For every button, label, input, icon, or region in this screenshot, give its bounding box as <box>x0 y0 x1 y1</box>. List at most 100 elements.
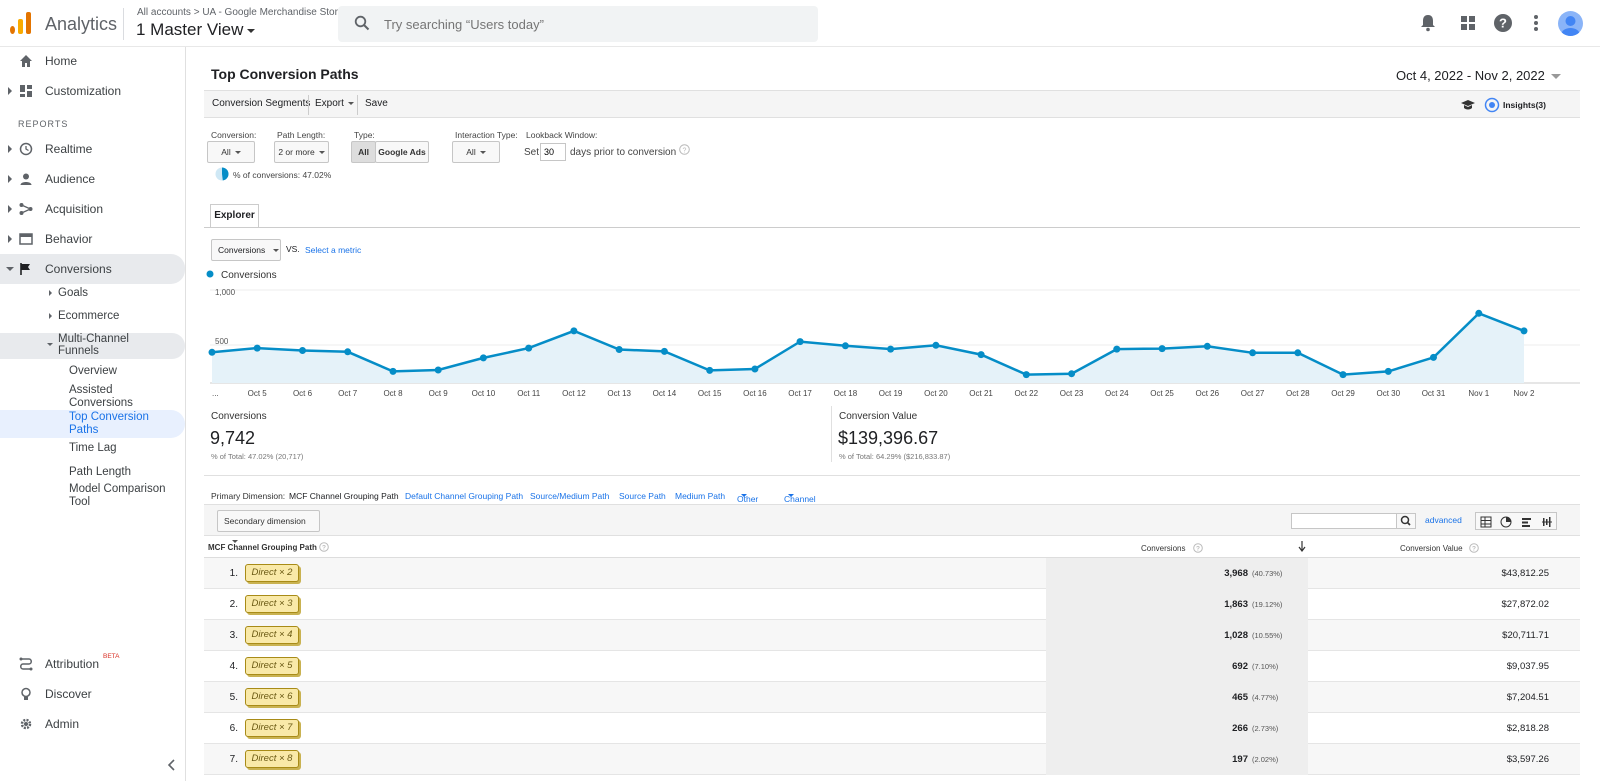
expand-arrow-icon[interactable] <box>8 235 12 243</box>
notifications-bell-icon[interactable] <box>1417 12 1439 34</box>
tab-explorer[interactable]: Explorer <box>210 204 259 228</box>
channel-path-tag[interactable]: Direct × 3 <box>245 595 299 613</box>
sidebar-item-assisted-conversions[interactable]: Assisted Conversions <box>69 384 159 410</box>
column-header-conversion-value[interactable]: Conversion Value <box>1400 544 1463 553</box>
apps-grid-icon[interactable] <box>1457 12 1479 34</box>
comparison-view-icon[interactable] <box>1541 516 1553 528</box>
data-point[interactable] <box>1113 345 1121 353</box>
table-search-button[interactable] <box>1396 513 1416 529</box>
sort-descending-arrow-icon[interactable] <box>1298 541 1306 552</box>
secondary-dimension-dropdown[interactable]: Secondary dimension <box>217 510 320 544</box>
sidebar-item-discover[interactable]: Discover <box>0 680 186 708</box>
expand-arrow-icon[interactable] <box>8 87 12 95</box>
channel-path-tag[interactable]: Direct × 6 <box>245 688 299 706</box>
data-point[interactable] <box>1475 309 1483 317</box>
save-button[interactable]: Save <box>365 98 388 109</box>
data-point[interactable] <box>434 366 442 374</box>
expand-arrow-icon[interactable] <box>8 205 12 213</box>
sidebar-item-time-lag[interactable]: Time Lag <box>69 442 117 454</box>
expand-arrow-icon[interactable] <box>49 313 52 319</box>
data-point[interactable] <box>389 367 397 375</box>
insights-icon[interactable] <box>1484 97 1500 113</box>
data-point[interactable] <box>344 348 352 356</box>
pie-view-icon[interactable] <box>1500 516 1512 528</box>
expand-arrow-icon[interactable] <box>49 290 52 296</box>
date-range-picker[interactable]: Oct 4, 2022 - Nov 2, 2022 <box>1396 68 1561 83</box>
sidebar-item-conversions[interactable]: Conversions <box>0 255 186 283</box>
data-point[interactable] <box>706 366 714 374</box>
channel-path-tag[interactable]: Direct × 2 <box>245 564 299 582</box>
insights-button[interactable]: Insights(3) <box>1503 100 1546 110</box>
channel-path-tag[interactable]: Direct × 4 <box>245 626 299 644</box>
help-circle-icon[interactable]: ? <box>319 542 329 552</box>
data-point[interactable] <box>1022 371 1030 379</box>
path-length-dropdown[interactable]: 2 or more <box>274 141 329 163</box>
data-point[interactable] <box>570 327 578 335</box>
channel-path-tag[interactable]: Direct × 5 <box>245 657 299 675</box>
channel-path-tag[interactable]: Direct × 8 <box>245 750 299 768</box>
help-circle-icon[interactable]: ? <box>1469 543 1479 553</box>
collapse-sidebar-chevron-icon[interactable] <box>167 759 177 771</box>
data-point[interactable] <box>1249 349 1257 357</box>
column-header-conversions[interactable]: Conversions <box>1141 544 1185 553</box>
interaction-type-dropdown[interactable]: All <box>452 141 500 163</box>
sidebar-item-acquisition[interactable]: Acquisition <box>0 195 186 223</box>
type-google-ads-button[interactable]: Google Ads <box>375 141 429 163</box>
table-filter-input[interactable] <box>1291 513 1397 529</box>
user-avatar[interactable] <box>1558 11 1583 36</box>
data-point[interactable] <box>1339 371 1347 379</box>
data-point[interactable] <box>479 354 487 362</box>
conversion-dropdown[interactable]: All <box>207 141 255 163</box>
sidebar-item-behavior[interactable]: Behavior <box>0 225 186 253</box>
data-point[interactable] <box>841 342 849 350</box>
select-metric-link[interactable]: Select a metric <box>305 245 361 255</box>
data-point[interactable] <box>299 347 306 354</box>
data-point[interactable] <box>1294 349 1302 357</box>
data-point[interactable] <box>796 338 804 346</box>
sidebar-item-home[interactable]: Home <box>0 47 186 75</box>
dimension-option[interactable]: Default Channel Grouping Path <box>405 491 523 501</box>
sidebar-item-overview[interactable]: Overview <box>69 365 117 377</box>
data-point[interactable] <box>977 351 985 359</box>
search-box[interactable] <box>338 6 818 42</box>
data-point[interactable] <box>1068 370 1076 378</box>
help-icon[interactable]: ? <box>1492 12 1514 34</box>
data-point[interactable] <box>887 345 895 353</box>
data-point[interactable] <box>525 344 533 352</box>
search-input[interactable] <box>384 14 784 34</box>
view-selector[interactable]: 1 Master View <box>136 20 256 40</box>
sidebar-item-top-conversion-paths[interactable]: Top Conversion Paths <box>69 411 159 437</box>
advanced-filter-link[interactable]: advanced <box>1425 515 1462 525</box>
data-point[interactable] <box>208 348 216 356</box>
data-point[interactable] <box>615 346 623 353</box>
sidebar-item-realtime[interactable]: Realtime <box>0 135 186 163</box>
sidebar-item-admin[interactable]: Admin <box>0 710 186 738</box>
column-header-path[interactable]: MCF Channel Grouping Path <box>208 543 317 552</box>
data-point[interactable] <box>1430 353 1437 361</box>
data-point[interactable] <box>1520 327 1528 335</box>
data-point[interactable] <box>1203 342 1211 350</box>
data-point[interactable] <box>1158 345 1166 353</box>
lookback-days-input[interactable] <box>540 143 566 161</box>
sidebar-item-audience[interactable]: Audience <box>0 165 186 193</box>
data-point[interactable] <box>932 341 940 349</box>
help-circle-icon[interactable]: ? <box>1193 543 1203 553</box>
sidebar-item-path-length[interactable]: Path Length <box>69 466 131 478</box>
collapse-arrow-icon[interactable] <box>6 267 14 271</box>
data-point[interactable] <box>751 365 759 373</box>
data-point[interactable] <box>253 344 261 352</box>
dimension-option[interactable]: Source/Medium Path <box>530 491 609 501</box>
more-vert-icon[interactable] <box>1525 12 1547 34</box>
collapse-arrow-icon[interactable] <box>47 343 53 346</box>
sidebar-item-attribution[interactable]: Attribution BETA <box>0 650 186 678</box>
sidebar-item-model-comparison-tool[interactable]: Model Comparison Tool <box>69 483 169 509</box>
table-view-icon[interactable] <box>1480 516 1492 528</box>
breadcrumb-root[interactable]: All accounts <box>137 7 191 18</box>
data-point[interactable] <box>1384 367 1392 375</box>
type-all-button[interactable]: All <box>351 141 376 163</box>
export-button[interactable]: Export <box>315 98 354 109</box>
performance-view-icon[interactable] <box>1521 516 1533 528</box>
expand-arrow-icon[interactable] <box>8 145 12 153</box>
analytics-logo-icon[interactable] <box>10 12 32 34</box>
dimension-active[interactable]: MCF Channel Grouping Path <box>289 491 399 501</box>
